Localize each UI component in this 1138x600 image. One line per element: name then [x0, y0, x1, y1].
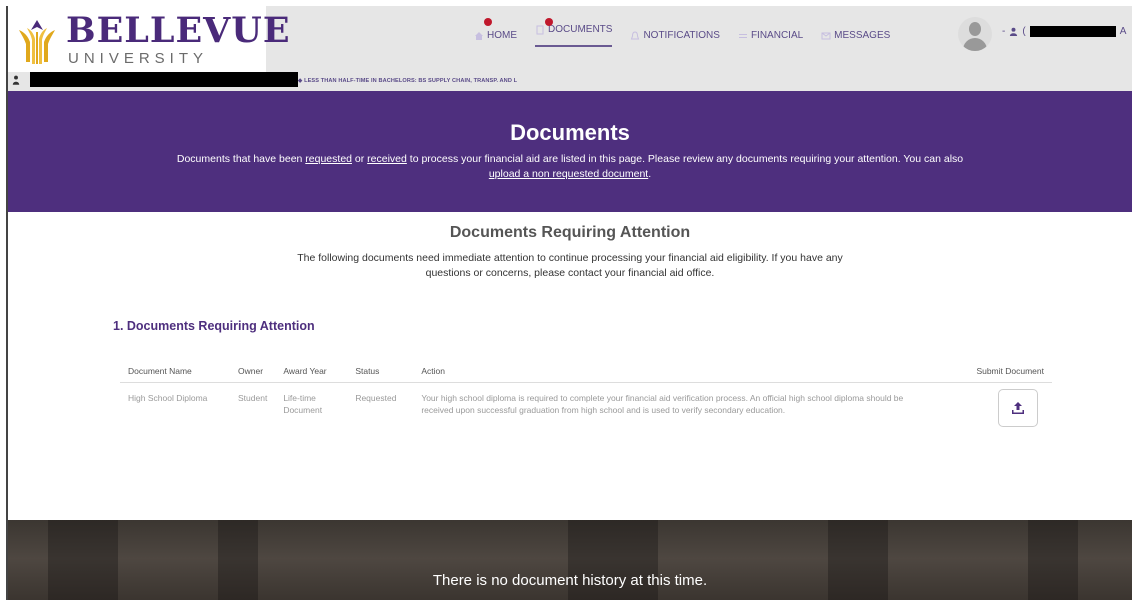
col-action: Action [413, 354, 942, 383]
cell-owner: Student [238, 392, 268, 403]
section-title: Documents Requiring Attention [449, 224, 691, 241]
documents-table: Document Name Owner Award Year Status Ac… [120, 354, 1052, 427]
upload-document-button[interactable] [998, 388, 1038, 427]
notification-badge [484, 18, 492, 26]
cell-status: Requested [355, 392, 397, 403]
home-icon [475, 31, 483, 40]
financial-icon [738, 33, 747, 38]
nav-messages-label: MESSAGES [834, 30, 891, 41]
bell-icon [631, 30, 640, 39]
no-history-message: There is no document history at this tim… [432, 572, 708, 589]
upload-non-requested-link[interactable]: upload a non requested document [489, 168, 648, 180]
table-row: High School Diploma Student Life-time Do… [120, 382, 1052, 427]
received-link[interactable]: received [367, 153, 407, 165]
university-logo[interactable]: BELLEVUE UNIVERSITY [8, 6, 290, 72]
cell-document-name: High School Diploma [128, 392, 208, 403]
redacted-student-id [30, 72, 298, 87]
logo-mark-icon [19, 20, 55, 64]
col-award-year: Award Year [275, 354, 348, 383]
document-history: There is no document history at this tim… [8, 520, 1132, 600]
logo-subtitle: UNIVERSITY [68, 50, 209, 67]
student-id-line [12, 72, 298, 87]
section-description: The following documents need immediate a… [297, 252, 843, 279]
col-submit-document: Submit Document [942, 354, 1052, 383]
documents-banner: Documents Documents that have been reque… [8, 91, 1132, 212]
upload-icon [1012, 401, 1024, 414]
app-window: BELLEVUE UNIVERSITY HOME DOCUMENTS NOTIF… [6, 6, 1132, 600]
banner-description: Documents that have been requested or re… [176, 153, 964, 180]
user-suffix: A [1119, 26, 1127, 37]
nav-notifications[interactable]: NOTIFICATIONS [630, 24, 720, 47]
enrollment-status: ◆ LESS THAN HALF-TIME IN BACHELORS: BS S… [298, 78, 518, 84]
requested-link[interactable]: requested [305, 153, 352, 165]
top-header: BELLEVUE UNIVERSITY HOME DOCUMENTS NOTIF… [8, 6, 1132, 91]
nav-home[interactable]: HOME [474, 18, 517, 47]
table-header-row: Document Name Owner Award Year Status Ac… [120, 354, 1052, 383]
logo-wordmark: BELLEVUE [66, 10, 291, 51]
nav-documents[interactable]: DOCUMENTS [535, 18, 613, 47]
cell-award-year: Life-time Document [283, 392, 323, 415]
nav-financial-label: FINANCIAL [750, 30, 804, 41]
user-icon [12, 75, 20, 85]
col-owner: Owner [230, 354, 276, 383]
user-icon [1010, 27, 1018, 36]
page-title: Documents [510, 120, 630, 145]
documents-icon [536, 25, 544, 34]
nav-home-label: HOME [487, 30, 517, 41]
nav-messages[interactable]: MESSAGES [821, 24, 890, 47]
col-document-name: Document Name [120, 354, 230, 383]
user-menu[interactable]: - ( A [1002, 26, 1126, 37]
redacted-username [1029, 26, 1116, 37]
nav-documents-label: DOCUMENTS [548, 24, 613, 35]
notification-badge [545, 18, 553, 26]
main-nav: HOME DOCUMENTS NOTIFICATIONS FINANCIAL M… [474, 18, 890, 47]
subsection-title: 1. Documents Requiring Attention [113, 319, 315, 333]
cell-action: Your high school diploma is required to … [421, 392, 904, 415]
envelope-icon [821, 32, 831, 39]
documents-requiring-attention: Documents Requiring Attention The follow… [8, 212, 1132, 520]
nav-notifications-label: NOTIFICATIONS [643, 30, 720, 41]
cell-submit [942, 382, 1052, 427]
avatar[interactable] [958, 17, 992, 51]
nav-financial[interactable]: FINANCIAL [738, 24, 803, 47]
col-status: Status [347, 354, 414, 383]
